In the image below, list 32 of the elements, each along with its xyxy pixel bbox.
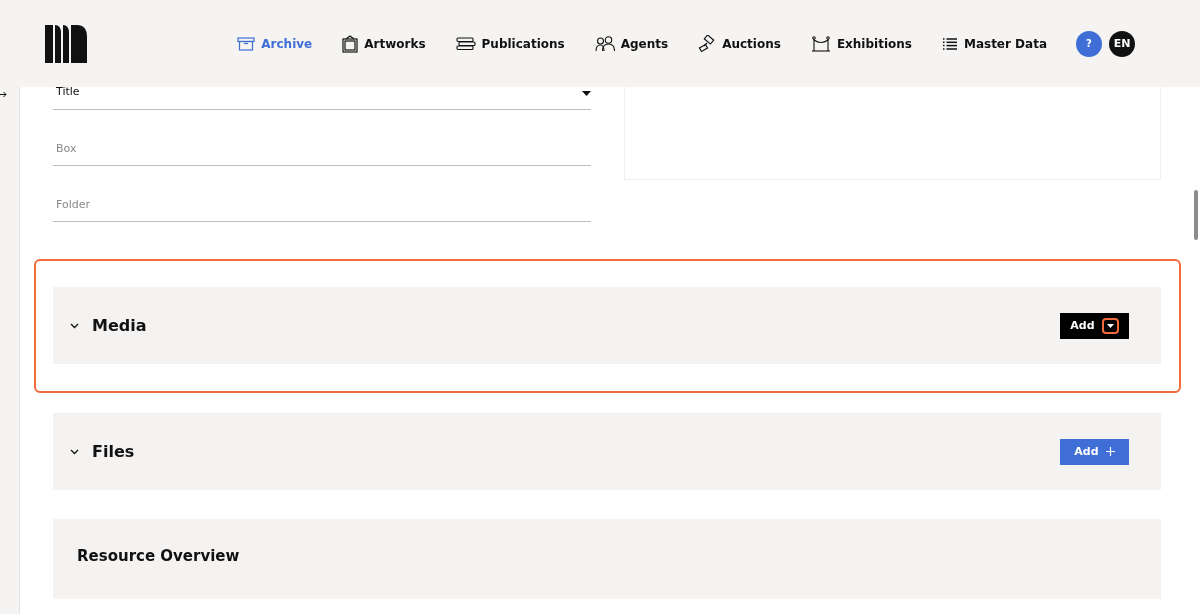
scrollbar-thumb[interactable] — [1194, 190, 1198, 240]
rope-barrier-icon — [810, 35, 831, 52]
chevron-down-icon[interactable] — [70, 448, 79, 455]
arrow-right-icon[interactable] — [0, 91, 7, 98]
section-title: Files — [92, 442, 136, 461]
text-field[interactable]: Folder — [56, 196, 591, 211]
help-button[interactable]: ? — [1076, 30, 1102, 57]
title-select[interactable]: Title — [53, 87, 591, 110]
logo-icon[interactable] — [45, 24, 87, 63]
nav-link[interactable]: Archive — [237, 36, 313, 51]
nav-link[interactable]: Agents — [594, 35, 669, 52]
picture-frame-icon — [342, 34, 359, 53]
nav-link[interactable]: Master Data — [941, 36, 1047, 51]
add-button[interactable]: Add — [1060, 312, 1129, 339]
add-button[interactable]: Add — [1060, 438, 1129, 465]
list-icon — [941, 36, 958, 51]
caret-icon — [582, 91, 591, 96]
nav-link[interactable]: Auctions — [698, 34, 781, 53]
nav-link[interactable]: Exhibitions — [810, 35, 912, 52]
stacked-books-icon — [455, 36, 476, 51]
gavel-icon — [698, 34, 717, 53]
people-icon — [594, 35, 615, 52]
plus-icon — [1105, 447, 1115, 456]
chevron-down-icon[interactable] — [70, 322, 79, 329]
section-title: Media — [92, 316, 148, 335]
nav-link[interactable]: Publications — [455, 36, 565, 51]
text-field[interactable]: Box — [56, 140, 591, 155]
section-title: Resource Overview — [77, 547, 241, 565]
caret-icon[interactable] — [1101, 317, 1119, 334]
archive-box-icon — [237, 36, 256, 51]
language-button[interactable]: EN — [1109, 30, 1135, 57]
nav-link[interactable]: Artworks — [342, 34, 426, 53]
